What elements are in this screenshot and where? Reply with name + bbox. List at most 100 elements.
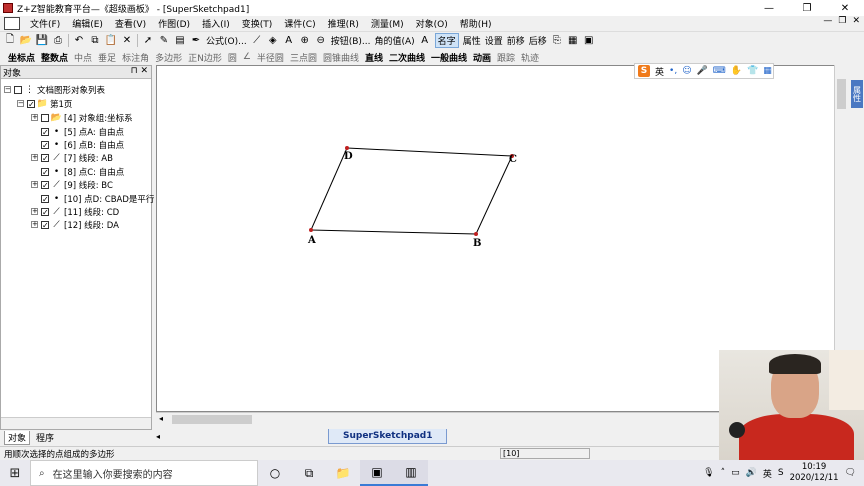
tree-item[interactable]: ✓ • [10] 点D: CBAD是平行 [41, 192, 154, 205]
undo-icon[interactable]: ↶ [73, 35, 85, 47]
network-icon[interactable]: ▭ [731, 468, 740, 478]
tab-supersketchpad1[interactable]: SuperSketchpad1 [328, 429, 448, 444]
collapse-toggle[interactable]: − [4, 86, 11, 93]
construct-tool-9[interactable]: 半径圆 [257, 51, 284, 64]
scroll-left-icon[interactable]: ◂ [159, 414, 163, 423]
move-forward-button[interactable]: 前移 [507, 34, 525, 47]
expand-toggle[interactable]: + [31, 208, 38, 215]
tree-item[interactable]: ✓ • [8] 点C: 自由点 [41, 165, 124, 178]
menu-courseware[interactable]: 课件(C) [278, 17, 321, 30]
move-back-button[interactable]: 后移 [529, 34, 547, 47]
tree-item[interactable]: + ✓ ⟋ [12] 线段: DA [31, 218, 119, 231]
link-icon[interactable]: ⎘ [551, 35, 563, 47]
skin-icon[interactable]: 👕 [747, 66, 758, 76]
open-folder-icon[interactable]: 📂 [20, 35, 32, 47]
tree-item[interactable]: ✓ • [5] 点A: 自由点 [41, 125, 124, 138]
print-icon[interactable]: ⎙ [52, 35, 64, 47]
taskbar-search-box[interactable]: ⌕ 在这里输入你要搜索的内容 [30, 460, 258, 486]
menu-reasoning[interactable]: 推理(R) [322, 17, 365, 30]
clock[interactable]: 10:19 2020/12/11 [790, 462, 839, 484]
menu-help[interactable]: 帮助(H) [454, 17, 498, 30]
save-icon[interactable]: 💾 [36, 35, 48, 47]
attribute-button[interactable]: 属性 [463, 34, 481, 47]
construct-tool-16[interactable]: 跟踪 [497, 51, 515, 64]
menu-grid-icon[interactable]: ▦ [763, 66, 772, 76]
expand-toggle[interactable]: + [31, 114, 38, 121]
tree-item[interactable]: + ✓ ⟋ [9] 线段: BC [31, 178, 113, 191]
scrollbar-thumb[interactable] [837, 79, 846, 109]
draw-tool-icon[interactable]: ✎ [158, 35, 170, 47]
zoom-in-icon[interactable]: ⊕ [299, 35, 311, 47]
construct-tool-10[interactable]: 三点圆 [290, 51, 317, 64]
construct-tool-13[interactable]: 二次曲线 [389, 51, 425, 64]
microphone-icon[interactable]: 🎤 [697, 66, 708, 76]
segment-bc[interactable] [475, 155, 513, 235]
label-a-icon[interactable]: A [419, 35, 431, 47]
windows-start-icon[interactable]: ⊞ [0, 460, 30, 486]
pen-icon[interactable]: ✒ [190, 35, 202, 47]
punctuation-icon[interactable]: •, [669, 66, 677, 76]
construct-tool-11[interactable]: 圆锥曲线 [323, 51, 359, 64]
checkbox-checked[interactable]: ✓ [41, 207, 49, 216]
segment-da[interactable] [310, 147, 348, 231]
task-view-icon[interactable]: ⧉ [292, 460, 326, 486]
settings-button[interactable]: 设置 [485, 34, 503, 47]
file-explorer-icon[interactable]: 📁 [326, 460, 360, 486]
copy-icon[interactable]: ⧉ [89, 35, 101, 47]
sketchpad-app-icon[interactable]: ▥ [394, 460, 428, 486]
construct-tool-1[interactable]: 整数点 [41, 51, 68, 64]
window-icon[interactable]: ▣ [583, 35, 595, 47]
menu-view[interactable]: 查看(V) [109, 17, 152, 30]
expand-toggle[interactable]: + [31, 221, 38, 228]
tray-chevron-icon[interactable]: ˄ [721, 468, 726, 478]
checkbox-checked[interactable]: ✓ [27, 99, 35, 108]
construct-tool-4[interactable]: 标注角 [122, 51, 149, 64]
close-button[interactable]: ✕ [826, 0, 864, 16]
fill-color-icon[interactable]: ◈ [267, 35, 279, 47]
checkbox-checked[interactable]: ✓ [41, 127, 49, 136]
tree-item[interactable]: ✓ • [6] 点B: 自由点 [41, 138, 124, 151]
recorder-app-icon[interactable]: ▣ [360, 460, 394, 486]
toolbox-icon[interactable]: ✋ [731, 66, 742, 76]
tree-root[interactable]: − ⋮ 文档图形对象列表 [4, 83, 105, 96]
volume-icon[interactable]: 🔊 [746, 468, 757, 478]
construct-tool-7[interactable]: 圆 [228, 51, 237, 64]
expand-toggle[interactable]: + [31, 154, 38, 161]
notification-icon[interactable]: 🗨 [845, 468, 856, 478]
checkbox[interactable] [14, 85, 22, 94]
delete-icon[interactable]: ✕ [121, 35, 133, 47]
mdi-restore-button[interactable]: ❐ [838, 16, 846, 26]
panel-controls[interactable]: ⊓ ✕ [131, 66, 148, 76]
menu-measure[interactable]: 测量(M) [365, 17, 410, 30]
scrollbar-thumb[interactable] [172, 415, 252, 424]
checkbox-checked[interactable]: ✓ [41, 220, 49, 229]
ime-language[interactable]: 英 [655, 65, 664, 78]
mdi-close-button[interactable]: ✕ [852, 16, 860, 26]
attribute-side-tab[interactable]: 属性 [851, 80, 863, 108]
tab-objects[interactable]: 对象 [4, 430, 31, 445]
sogou-tray-icon[interactable]: S [778, 468, 784, 478]
checkbox-checked[interactable]: ✓ [41, 180, 49, 189]
line-color-icon[interactable]: ⟋ [251, 35, 263, 47]
construct-tool-17[interactable]: 轨迹 [521, 51, 539, 64]
construct-tool-8[interactable]: ∠ [243, 52, 251, 62]
checkbox-checked[interactable]: ✓ [41, 194, 49, 203]
menu-edit[interactable]: 编辑(E) [66, 17, 109, 30]
point-a[interactable] [309, 228, 313, 232]
checkbox-checked[interactable]: ✓ [41, 167, 49, 176]
point-b[interactable] [474, 232, 478, 236]
expand-toggle[interactable]: + [31, 181, 38, 188]
cortana-icon[interactable]: ○ [258, 460, 292, 486]
formula-button[interactable]: 公式(O)... [206, 34, 247, 47]
tab-program[interactable]: 程序 [36, 431, 54, 444]
tab-scroll-left-icon[interactable]: ◂ [156, 432, 160, 441]
sogou-logo-icon[interactable]: S [638, 65, 650, 77]
menu-draw[interactable]: 作图(D) [152, 17, 196, 30]
keyboard-icon[interactable]: ⌨ [713, 66, 726, 76]
checkbox-checked[interactable]: ✓ [41, 153, 49, 162]
segment-cd[interactable] [346, 147, 513, 157]
checkbox[interactable] [41, 113, 49, 122]
text-color-icon[interactable]: A [283, 35, 295, 47]
construct-tool-15[interactable]: 动画 [473, 51, 491, 64]
emoji-icon[interactable]: ☺ [682, 66, 691, 76]
